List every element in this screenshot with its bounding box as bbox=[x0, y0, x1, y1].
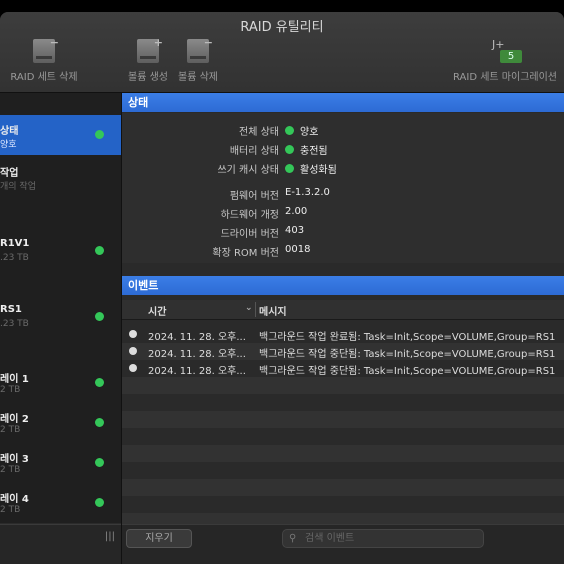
status-ok-icon bbox=[95, 378, 104, 387]
table-row-empty bbox=[122, 445, 564, 462]
column-header-message[interactable]: 메시지 bbox=[259, 303, 287, 318]
sidebar-footer: ||| bbox=[0, 524, 121, 564]
status-ok-icon bbox=[95, 312, 104, 321]
status-ok-icon bbox=[285, 126, 294, 135]
events-footer: 지우기 ⚲ 검색 이벤트 bbox=[122, 524, 564, 564]
delete-raid-set-button[interactable]: − RAID 세트 삭제 bbox=[6, 36, 82, 83]
chevron-down-icon[interactable]: ⌄ bbox=[245, 303, 253, 313]
status-ok-icon bbox=[95, 418, 104, 427]
status-ok-icon bbox=[285, 164, 294, 173]
sidebar-item-volume[interactable]: R1V1 .23 TB bbox=[0, 231, 121, 271]
table-row[interactable]: 2024. 11. 28. 오후... 백그라운드 작업 완료됨: Task=I… bbox=[122, 326, 564, 343]
status-ok-icon bbox=[95, 246, 104, 255]
delete-volume-button[interactable]: − 볼륨 삭제 bbox=[174, 36, 222, 83]
sidebar-item-drive-4[interactable]: 레이 4 2 TB bbox=[0, 483, 121, 523]
column-header-time[interactable]: 시간 bbox=[148, 303, 166, 318]
status-section-header: 상태 bbox=[122, 93, 564, 112]
events-section-header: 이벤트 bbox=[122, 276, 564, 295]
table-row-empty bbox=[122, 513, 564, 524]
disk-remove-icon: − bbox=[187, 36, 213, 63]
sidebar-item-drive-2[interactable]: 레이 2 2 TB bbox=[0, 403, 121, 443]
disk-add-icon: + bbox=[137, 36, 163, 63]
toolbar: RAID 유틸리티 − RAID 세트 삭제 + 볼륨 생성 − 볼륨 삭제 J… bbox=[0, 12, 564, 93]
table-row-empty bbox=[122, 377, 564, 394]
raid-utility-window: RAID 유틸리티 − RAID 세트 삭제 + 볼륨 생성 − 볼륨 삭제 J… bbox=[0, 12, 564, 564]
main-panel: 상태 전체 상태 양호 배터리 상태 충전됨 쓰기 캐시 상태 활성화됨 펌웨어… bbox=[122, 93, 564, 524]
status-ok-icon bbox=[95, 458, 104, 467]
search-input[interactable]: ⚲ 검색 이벤트 bbox=[282, 529, 484, 548]
event-info-icon bbox=[129, 347, 137, 355]
events-table-header: 시간 ⌄ 메시지 bbox=[122, 300, 564, 320]
disk-icon: − bbox=[33, 36, 59, 63]
table-row-empty bbox=[122, 394, 564, 411]
sidebar-item-tasks[interactable]: 작업 개의 작업 bbox=[0, 157, 121, 197]
migration-icon: J+ 5 bbox=[488, 38, 522, 64]
status-ok-icon bbox=[95, 498, 104, 507]
status-ok-icon bbox=[95, 130, 104, 139]
table-row-empty bbox=[122, 479, 564, 496]
table-row[interactable]: 2024. 11. 28. 오후... 백그라운드 작업 중단됨: Task=I… bbox=[122, 343, 564, 360]
create-volume-button[interactable]: + 볼륨 생성 bbox=[124, 36, 172, 83]
event-info-icon bbox=[129, 330, 137, 338]
sidebar-item-drive-3[interactable]: 레이 3 2 TB bbox=[0, 443, 121, 483]
sidebar-item-status[interactable]: 상태 양호 bbox=[0, 115, 121, 155]
sidebar-item-drive-1[interactable]: 레이 1 2 TB bbox=[0, 363, 121, 403]
table-row[interactable]: 2024. 11. 28. 오후... 백그라운드 작업 중단됨: Task=I… bbox=[122, 360, 564, 377]
table-row-empty bbox=[122, 496, 564, 513]
sidebar-item-raid-set[interactable]: RS1 .23 TB bbox=[0, 297, 121, 337]
raid-migration-button[interactable]: J+ 5 RAID 세트 마이그레이션 bbox=[446, 38, 564, 83]
resize-grip-icon[interactable]: ||| bbox=[105, 531, 115, 542]
window-title: RAID 유틸리티 bbox=[240, 20, 324, 35]
clear-button[interactable]: 지우기 bbox=[126, 529, 192, 548]
table-row-empty bbox=[122, 462, 564, 479]
status-panel: 전체 상태 양호 배터리 상태 충전됨 쓰기 캐시 상태 활성화됨 펌웨어 버전… bbox=[122, 113, 564, 263]
status-ok-icon bbox=[285, 145, 294, 154]
table-row-empty bbox=[122, 428, 564, 445]
event-info-icon bbox=[129, 364, 137, 372]
table-row-empty bbox=[122, 411, 564, 428]
sidebar: 상태 양호 작업 개의 작업 R1V1 .23 TB RS1 .23 TB 레이… bbox=[0, 93, 121, 523]
search-icon: ⚲ bbox=[289, 533, 297, 544]
